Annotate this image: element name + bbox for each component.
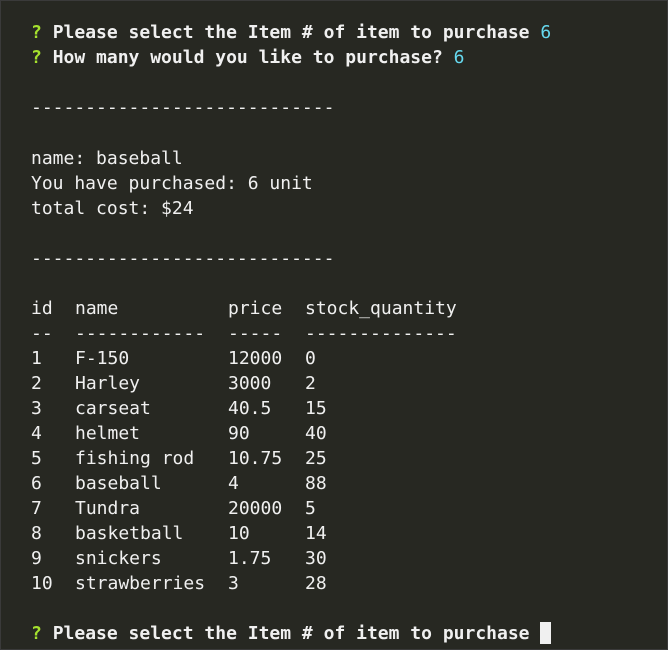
cell-name: carseat (75, 398, 151, 419)
text-cursor[interactable] (540, 622, 552, 644)
cell-stock: 30 (305, 548, 327, 569)
terminal-window[interactable]: ? Please select the Item # of item to pu… (1, 1, 667, 649)
cell-name: Tundra (75, 498, 141, 519)
cell-price: 40.5 (228, 398, 272, 419)
cell-id: 6 (31, 473, 42, 494)
receipt-total-cost: total cost: $24 (31, 198, 194, 219)
prompt-item-number: ? Please select the Item # of item to pu… (31, 20, 551, 45)
receipt-purchased: You have purchased: 6 unit (31, 173, 313, 194)
prompt-answer: 6 (540, 22, 552, 43)
cell-price: 10.75 (228, 448, 283, 469)
cell-name: baseball (75, 473, 162, 494)
table-row: 7 Tundra 20000 5 (31, 496, 316, 521)
cell-stock: 14 (305, 523, 327, 544)
cell-id: 4 (31, 423, 42, 444)
table-row: 3 carseat 40.5 15 (31, 396, 327, 421)
prompt-quantity: ? How many would you like to purchase? 6 (31, 45, 465, 70)
cell-stock: 40 (305, 423, 327, 444)
table-row: 6 baseball 4 88 (31, 471, 327, 496)
cell-price: 20000 (228, 498, 283, 519)
cell-name: F-150 (75, 348, 130, 369)
cell-price: 10 (228, 523, 250, 544)
table-row: 9 snickers 1.75 30 (31, 546, 327, 571)
prompt-answer: 6 (453, 47, 465, 68)
prompt-text: Please select the Item # of item to purc… (52, 22, 530, 43)
cell-id: 10 (31, 573, 53, 594)
cell-id: 3 (31, 398, 42, 419)
cell-id: 2 (31, 373, 42, 394)
cell-price: 3 (228, 573, 239, 594)
table-row: 8 basketball 10 14 (31, 521, 327, 546)
table-row: 1 F-150 12000 0 (31, 346, 316, 371)
separator-bottom: ---------------------------- (31, 248, 335, 269)
cell-name: Harley (75, 373, 141, 394)
prompt-active[interactable]: ? Please select the Item # of item to pu… (31, 621, 552, 646)
cell-price: 3000 (228, 373, 272, 394)
cell-price: 90 (228, 423, 250, 444)
prompt-text: Please select the Item # of item to purc… (52, 623, 530, 644)
cell-stock: 0 (305, 348, 316, 369)
prompt-mark: ? (31, 47, 42, 68)
separator-top: ---------------------------- (31, 97, 335, 118)
underline-name: ------------ (75, 323, 206, 344)
table-row: 2 Harley 3000 2 (31, 371, 316, 396)
table-row: 5 fishing rod 10.75 25 (31, 446, 327, 471)
header-name: name (75, 298, 119, 319)
cell-name: snickers (75, 548, 162, 569)
underline-id: -- (31, 323, 53, 344)
cell-stock: 88 (305, 473, 327, 494)
table-row: 10 strawberries 3 28 (31, 571, 327, 596)
cell-stock: 15 (305, 398, 327, 419)
cell-stock: 5 (305, 498, 316, 519)
prompt-text: How many would you like to purchase? (52, 47, 443, 68)
underline-stock: -------------- (305, 323, 457, 344)
cell-id: 9 (31, 548, 42, 569)
underline-price: ----- (228, 323, 283, 344)
cell-stock: 28 (305, 573, 327, 594)
receipt-name: name: baseball (31, 148, 183, 169)
cell-price: 4 (228, 473, 239, 494)
cell-name: strawberries (75, 573, 206, 594)
cell-stock: 2 (305, 373, 316, 394)
cell-id: 5 (31, 448, 42, 469)
cell-id: 1 (31, 348, 42, 369)
cell-price: 12000 (228, 348, 283, 369)
table-header-underline: -- ------------ ----- -------------- (31, 321, 457, 346)
header-id: id (31, 298, 53, 319)
cell-price: 1.75 (228, 548, 272, 569)
cell-name: fishing rod (75, 448, 195, 469)
prompt-mark: ? (31, 623, 42, 644)
table-header: id name price stock_quantity (31, 296, 457, 321)
header-stock-quantity: stock_quantity (305, 298, 457, 319)
cell-id: 8 (31, 523, 42, 544)
prompt-mark: ? (31, 22, 42, 43)
cell-id: 7 (31, 498, 42, 519)
cell-stock: 25 (305, 448, 327, 469)
cell-name: helmet (75, 423, 141, 444)
table-row: 4 helmet 90 40 (31, 421, 327, 446)
header-price: price (228, 298, 283, 319)
cell-name: basketball (75, 523, 184, 544)
